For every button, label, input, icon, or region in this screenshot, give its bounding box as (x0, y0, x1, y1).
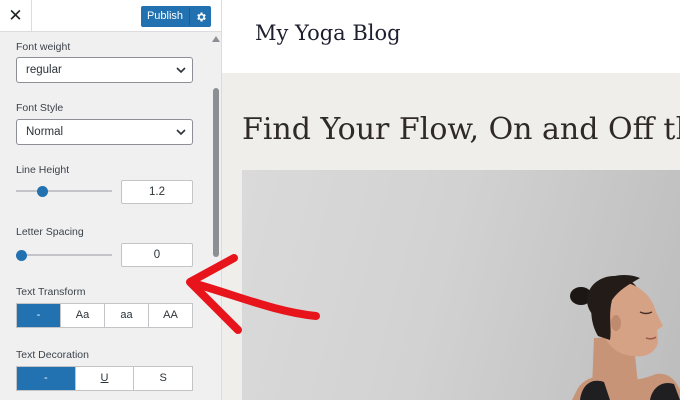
sidebar-scrollbar[interactable] (213, 88, 219, 257)
scroll-up-arrow-icon[interactable] (212, 36, 220, 42)
font-weight-label: Font weight (16, 41, 71, 53)
text-transform-capitalize-button[interactable]: Aa (60, 304, 104, 327)
font-weight-value: regular (26, 64, 62, 76)
text-transform-lowercase-button[interactable]: aa (104, 304, 148, 327)
text-transform-label: Text Transform (16, 286, 86, 298)
text-transform-uppercase-button[interactable]: AA (148, 304, 192, 327)
letter-spacing-input[interactable]: 0 (121, 243, 193, 267)
text-decoration-underline-button[interactable]: U (74, 367, 134, 390)
line-height-slider-handle[interactable] (37, 186, 49, 197)
letter-spacing-label: Letter Spacing (16, 226, 84, 238)
line-height-label: Line Height (16, 164, 70, 176)
text-transform-toggle: - Aa aa AA (16, 303, 193, 328)
post-headline[interactable]: Find Your Flow, On and Off the (242, 112, 680, 147)
hero-image (242, 170, 680, 400)
font-style-value: Normal (26, 126, 64, 138)
text-decoration-toggle: - U S (16, 366, 193, 391)
chevron-down-icon (176, 129, 186, 136)
customizer-header: ✕ Publish (0, 0, 221, 32)
site-preview: My Yoga Blog Find Your Flow, On and Off … (222, 0, 680, 400)
chevron-down-icon (176, 67, 186, 74)
font-style-select[interactable]: Normal (16, 119, 193, 145)
site-title[interactable]: My Yoga Blog (255, 21, 401, 45)
font-weight-select[interactable]: regular (16, 57, 193, 83)
letter-spacing-slider-handle[interactable] (16, 250, 27, 261)
line-height-slider-track[interactable] (16, 190, 112, 192)
close-customizer-button[interactable]: ✕ (0, 0, 32, 31)
text-transform-none-button[interactable]: - (17, 304, 60, 327)
underline-label: U (100, 372, 109, 384)
gear-icon (196, 12, 206, 21)
customizer-sidebar: ✕ Publish Font weight regular Font Style… (0, 0, 222, 400)
close-icon: ✕ (8, 5, 23, 26)
text-decoration-strikethrough-button[interactable]: S (133, 367, 192, 390)
publish-button-group: Publish (141, 6, 211, 27)
font-style-label: Font Style (16, 102, 64, 114)
text-decoration-none-button[interactable]: - (17, 367, 75, 390)
letter-spacing-slider-track[interactable] (16, 254, 112, 256)
site-header: My Yoga Blog (222, 0, 680, 73)
publish-settings-button[interactable] (190, 6, 211, 27)
yoga-woman-illustration (570, 274, 680, 400)
line-height-input[interactable]: 1.2 (121, 180, 193, 204)
publish-button[interactable]: Publish (141, 6, 189, 27)
text-decoration-label: Text Decoration (16, 349, 89, 361)
